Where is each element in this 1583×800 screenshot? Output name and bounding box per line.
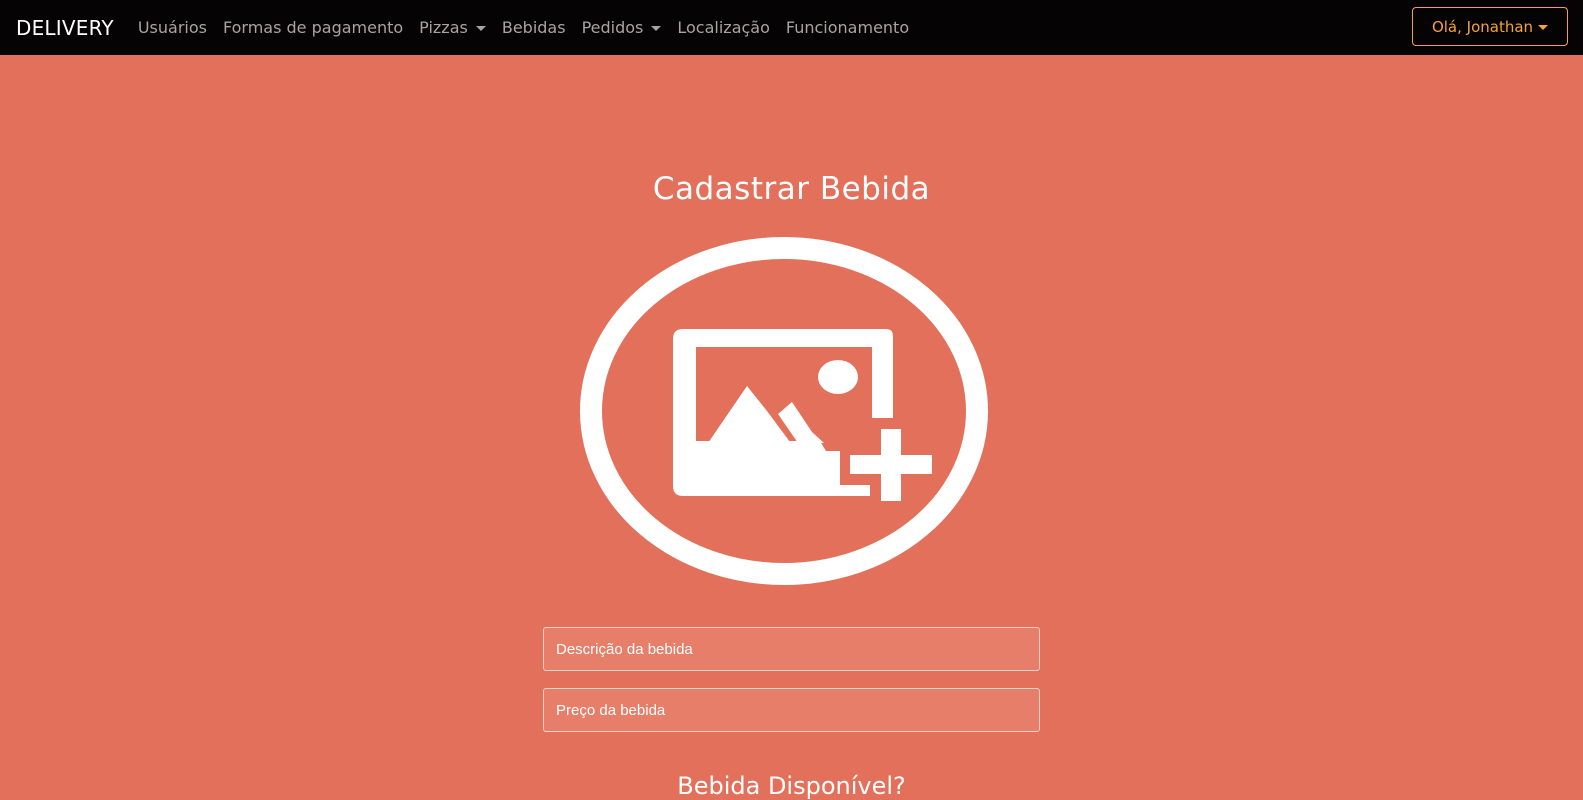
brand-logo[interactable]: DELIVERY [16,16,114,40]
add-image-icon [580,237,988,585]
caret-down-icon [651,26,662,31]
nav-link-label: Funcionamento [785,18,910,37]
drink-available-heading: Bebida Disponível? [677,772,906,800]
nav-link-label: Pedidos [581,18,644,37]
drink-price-input[interactable] [543,688,1040,732]
navbar: DELIVERY Usuários Formas de pagamento Pi… [0,0,1583,55]
nav-link-usuarios[interactable]: Usuários [138,18,207,37]
user-menu-button[interactable]: Olá, Jonathan [1412,7,1568,46]
nav-link-formas-pagamento[interactable]: Formas de pagamento [223,18,403,37]
nav-link-label: Formas de pagamento [222,18,404,37]
image-upload-button[interactable] [580,236,990,586]
nav-link-funcionamento[interactable]: Funcionamento [786,18,909,37]
nav-link-localizacao[interactable]: Localização [677,18,770,37]
nav-link-label: Bebidas [501,18,566,37]
nav-links: Usuários Formas de pagamento Pizzas Bebi… [138,18,925,37]
nav-dropdown-pedidos[interactable]: Pedidos [582,18,662,37]
nav-dropdown-pizzas[interactable]: Pizzas [419,18,486,37]
nav-link-bebidas[interactable]: Bebidas [502,18,566,37]
user-menu-label: Olá, Jonathan [1431,17,1534,36]
drink-description-input[interactable] [543,627,1040,671]
nav-link-label: Usuários [137,18,207,37]
caret-down-icon [475,26,486,31]
nav-link-label: Localização [677,18,770,37]
nav-link-label: Pizzas [419,18,468,37]
page-title: Cadastrar Bebida [652,170,931,207]
caret-down-icon [1538,25,1549,30]
